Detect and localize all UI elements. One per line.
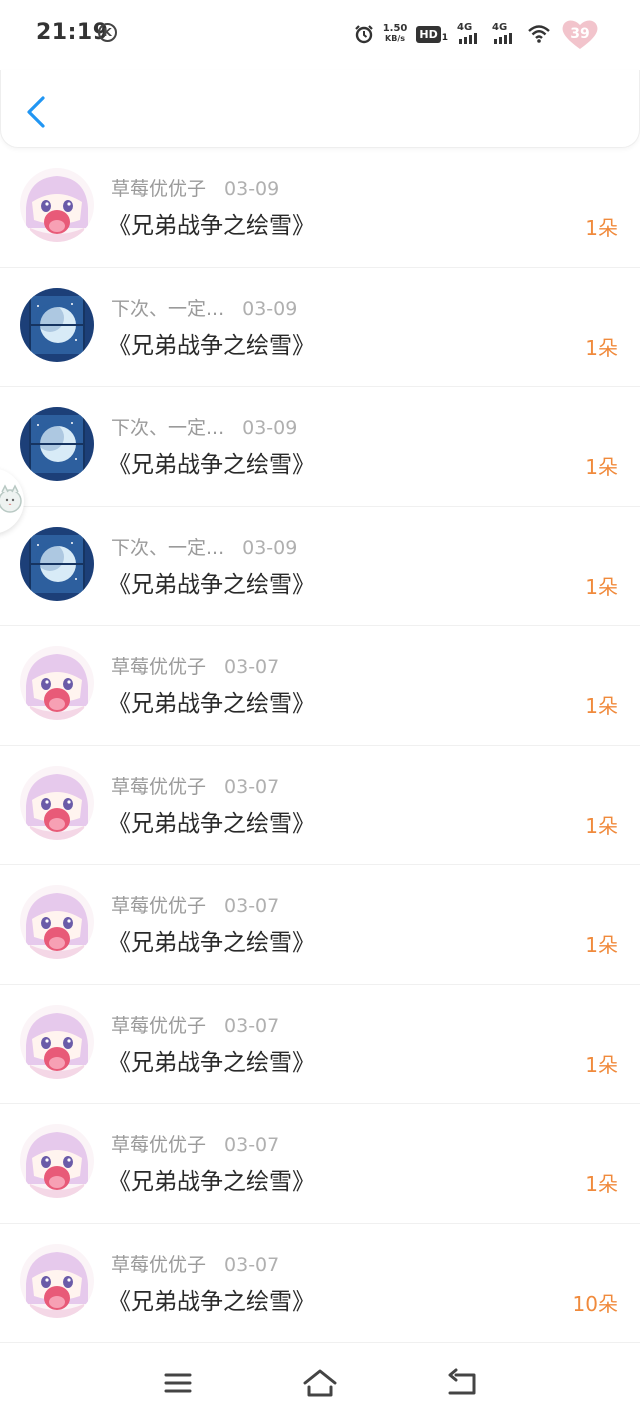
name-line: 草莓优优子 03-07 — [111, 1250, 279, 1277]
battery-level: 39 — [570, 26, 590, 42]
sender-name: 草莓优优子 — [111, 656, 207, 678]
book-title: 《兄弟战争之绘雪》 — [108, 1049, 315, 1076]
book-title: 《兄弟战争之绘雪》 — [108, 1288, 315, 1315]
list-item[interactable]: 草莓优优子 03-09 《兄弟战争之绘雪》 1朵 — [0, 148, 640, 268]
avatar[interactable] — [20, 407, 94, 481]
list-item[interactable]: 草莓优优子 03-07 《兄弟战争之绘雪》 1朵 — [0, 746, 640, 865]
signal-label-1: 4G — [457, 22, 473, 33]
flower-count: 1朵 — [585, 1052, 618, 1077]
flower-count: 1朵 — [585, 216, 618, 240]
signal-icon-1: 4G — [457, 22, 483, 44]
list-item[interactable]: 草莓优优子 03-07 《兄弟战争之绘雪》 1朵 — [0, 626, 640, 746]
book-title: 《兄弟战争之绘雪》 — [108, 332, 315, 359]
avatar[interactable] — [20, 885, 94, 959]
send-date: 03-07 — [224, 1253, 280, 1276]
back-icon[interactable] — [442, 1365, 482, 1401]
list-item[interactable]: 下次、一定... 03-09 《兄弟战争之绘雪》 1朵 — [0, 387, 640, 507]
k-badge-icon: K — [98, 23, 117, 42]
top-header — [0, 70, 640, 148]
name-line: 草莓优优子 03-07 — [111, 772, 279, 799]
send-date: 03-07 — [224, 775, 280, 798]
list-item[interactable]: 草莓优优子 03-07 《兄弟战争之绘雪》 1朵 — [0, 985, 640, 1104]
name-line: 草莓优优子 03-07 — [111, 891, 279, 918]
flower-count: 1朵 — [585, 335, 618, 360]
send-date: 03-07 — [224, 895, 280, 917]
name-line: 下次、一定... 03-09 — [111, 413, 297, 440]
hd-indicator: HD 1 — [416, 25, 448, 43]
wifi-icon — [528, 25, 550, 43]
avatar[interactable] — [20, 287, 94, 362]
sender-name: 草莓优优子 — [111, 1134, 207, 1156]
flower-count: 1朵 — [585, 574, 618, 599]
menu-icon[interactable] — [158, 1365, 198, 1401]
status-icons: 1.50 KB/s HD 1 4G 4G 39 — [354, 17, 600, 51]
send-date: 03-09 — [242, 297, 298, 320]
send-date: 03-09 — [242, 417, 298, 439]
name-line: 下次、一定... 03-09 — [111, 294, 297, 321]
chevron-left-icon[interactable] — [23, 94, 51, 130]
book-title: 《兄弟战争之绘雪》 — [108, 452, 315, 478]
book-title: 《兄弟战争之绘雪》 — [108, 691, 315, 717]
flower-count: 1朵 — [585, 694, 618, 718]
avatar[interactable] — [20, 168, 94, 242]
sender-name: 草莓优优子 — [111, 178, 207, 200]
avatar[interactable] — [20, 646, 94, 720]
list-item[interactable]: 草莓优优子 03-07 《兄弟战争之绘雪》 1朵 — [0, 1104, 640, 1224]
home-icon[interactable] — [300, 1365, 340, 1401]
book-title: 《兄弟战争之绘雪》 — [108, 930, 315, 956]
gift-record-list: 草莓优优子 03-09 《兄弟战争之绘雪》 1朵 下次、一定... 03-09 《兄弟战争之… — [0, 148, 640, 1343]
list-item[interactable]: 草莓优优子 03-07 《兄弟战争之绘雪》 10朵 — [0, 1224, 640, 1343]
flower-count: 1朵 — [585, 933, 618, 957]
sender-name: 下次、一定... — [111, 417, 225, 439]
book-title: 《兄弟战争之绘雪》 — [108, 1169, 315, 1195]
signal-label-2: 4G — [492, 22, 508, 33]
status-bar: 21:19 K 1.50 KB/s HD 1 4G 4G 39 — [0, 0, 640, 70]
send-date: 03-07 — [224, 1134, 280, 1156]
name-line: 草莓优优子 03-07 — [111, 652, 279, 679]
signal-icon-2: 4G — [492, 22, 518, 44]
book-title: 《兄弟战争之绘雪》 — [108, 810, 315, 837]
name-line: 草莓优优子 03-09 — [111, 174, 279, 201]
send-date: 03-07 — [224, 656, 280, 678]
speed-value: 1.50 — [382, 23, 408, 34]
name-line: 下次、一定... 03-09 — [111, 533, 297, 560]
alarm-icon — [354, 25, 373, 44]
flower-count: 10朵 — [572, 1291, 618, 1316]
list-item[interactable]: 下次、一定... 03-09 《兄弟战争之绘雪》 1朵 — [0, 268, 640, 387]
hd-sub: 1 — [441, 32, 448, 43]
send-date: 03-07 — [224, 1014, 280, 1037]
send-date: 03-09 — [242, 536, 298, 559]
flower-count: 1朵 — [585, 1172, 618, 1196]
battery-heart-icon: 39 — [560, 17, 600, 51]
sender-name: 下次、一定... — [111, 536, 225, 559]
avatar[interactable] — [20, 1124, 94, 1198]
book-title: 《兄弟战争之绘雪》 — [108, 571, 315, 598]
list-item[interactable]: 草莓优优子 03-07 《兄弟战争之绘雪》 1朵 — [0, 865, 640, 985]
flower-count: 1朵 — [585, 813, 618, 838]
list-item[interactable]: 下次、一定... 03-09 《兄弟战争之绘雪》 1朵 — [0, 507, 640, 626]
name-line: 草莓优优子 03-07 — [111, 1130, 279, 1157]
avatar[interactable] — [20, 1243, 94, 1318]
sender-name: 草莓优优子 — [111, 895, 207, 917]
sender-name: 草莓优优子 — [111, 1014, 207, 1037]
speed-unit: KB/s — [385, 34, 406, 43]
sender-name: 草莓优优子 — [111, 775, 207, 798]
avatar[interactable] — [20, 526, 94, 601]
system-nav-bar — [0, 1343, 640, 1423]
name-line: 草莓优优子 03-07 — [111, 1011, 279, 1038]
avatar[interactable] — [20, 1004, 94, 1079]
network-speed: 1.50 KB/s — [383, 24, 408, 44]
sender-name: 草莓优优子 — [111, 1253, 207, 1276]
floating-assistant-icon[interactable] — [0, 468, 24, 534]
sender-name: 下次、一定... — [111, 297, 225, 320]
avatar[interactable] — [20, 765, 94, 840]
hd-icon: HD — [416, 25, 441, 43]
book-title: 《兄弟战争之绘雪》 — [108, 213, 315, 239]
flower-count: 1朵 — [585, 455, 618, 479]
send-date: 03-09 — [224, 178, 280, 200]
